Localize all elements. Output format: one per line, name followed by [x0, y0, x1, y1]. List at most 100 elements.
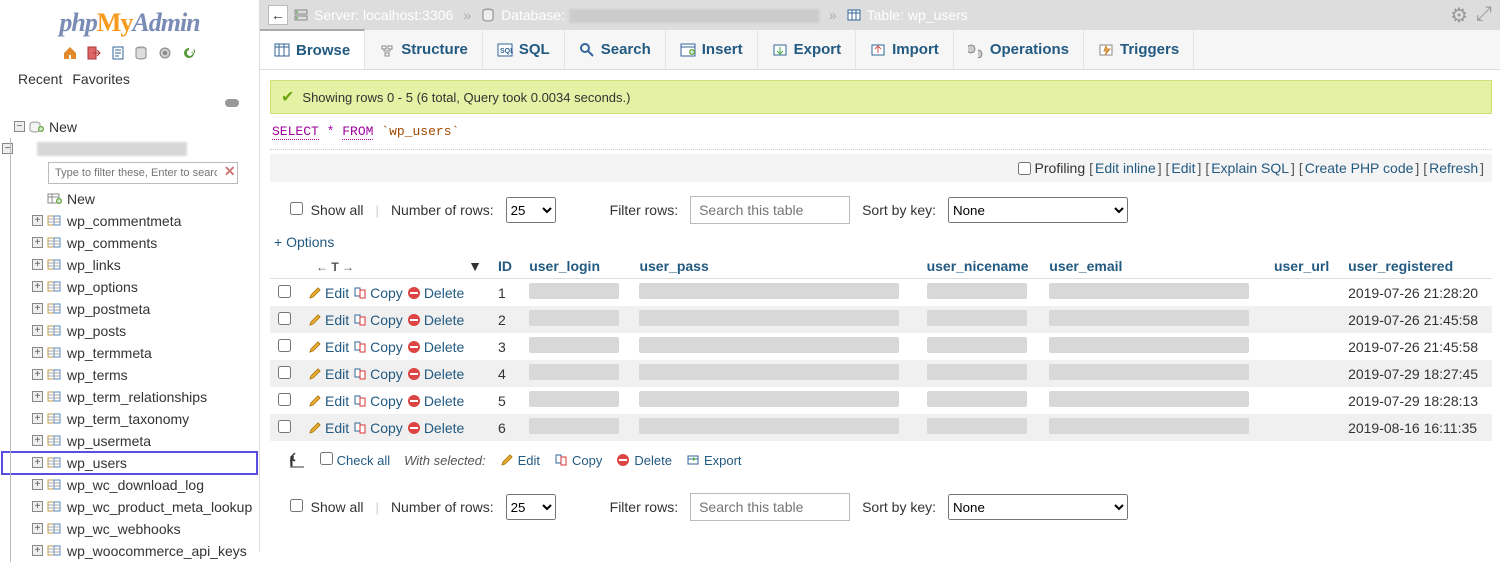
logout-icon[interactable]	[86, 45, 102, 61]
row-delete[interactable]: Delete	[407, 339, 464, 355]
plus-icon[interactable]: +	[32, 303, 43, 314]
fullscreen-icon[interactable]: ⤢	[1476, 3, 1492, 28]
col-user_url[interactable]: user_url	[1266, 254, 1340, 279]
col-user_email[interactable]: user_email	[1041, 254, 1266, 279]
col-user_pass[interactable]: user_pass	[631, 254, 918, 279]
minus-icon[interactable]: −	[14, 121, 25, 132]
tree-inner-new[interactable]: New	[2, 188, 257, 210]
row-checkbox[interactable]	[278, 339, 291, 352]
nav-collapse-icon[interactable]: ←	[268, 5, 288, 25]
plus-icon[interactable]: +	[32, 435, 43, 446]
row-edit[interactable]: Edit	[308, 420, 349, 436]
bc-table-link[interactable]: wp_users	[908, 7, 968, 23]
tab-import[interactable]: Import	[856, 30, 954, 69]
sort-key-select[interactable]: None	[948, 197, 1128, 223]
tree-table-wp_termmeta[interactable]: +wp_termmeta	[2, 342, 257, 364]
plus-icon[interactable]: +	[32, 457, 43, 468]
row-edit[interactable]: Edit	[308, 312, 349, 328]
tab-structure[interactable]: Structure	[365, 30, 483, 69]
sql-icon[interactable]	[133, 45, 149, 61]
tab-triggers[interactable]: Triggers	[1084, 30, 1194, 69]
plus-icon[interactable]: +	[32, 325, 43, 336]
row-delete[interactable]: Delete	[407, 285, 464, 301]
row-delete[interactable]: Delete	[407, 393, 464, 409]
sort-key-select-2[interactable]: None	[948, 494, 1128, 520]
settings-icon[interactable]	[157, 45, 173, 61]
tree-table-wp_postmeta[interactable]: +wp_postmeta	[2, 298, 257, 320]
tree-table-wp_woocommerce_api_keys[interactable]: +wp_woocommerce_api_keys	[2, 540, 257, 562]
tab-sql[interactable]: SQLSQL	[483, 30, 565, 69]
plus-icon[interactable]: +	[32, 215, 43, 226]
tree-table-wp_commentmeta[interactable]: +wp_commentmeta	[2, 210, 257, 232]
reload-icon[interactable]	[181, 45, 197, 61]
tree-table-wp_term_relationships[interactable]: +wp_term_relationships	[2, 386, 257, 408]
row-copy[interactable]: Copy	[353, 339, 403, 355]
action-edit-inline[interactable]: Edit inline	[1095, 160, 1156, 176]
tree-table-wp_options[interactable]: +wp_options	[2, 276, 257, 298]
tree-table-wp_wc_product_meta_lookup[interactable]: +wp_wc_product_meta_lookup	[2, 496, 257, 518]
profiling-checkbox[interactable]	[1018, 162, 1031, 175]
row-delete[interactable]: Delete	[407, 420, 464, 436]
plus-icon[interactable]: +	[32, 347, 43, 358]
docs-icon[interactable]	[110, 45, 126, 61]
filter-rows-input-2[interactable]	[690, 493, 850, 521]
num-rows-select[interactable]: 25	[506, 197, 556, 223]
row-copy[interactable]: Copy	[353, 393, 403, 409]
tree-table-wp_wc_download_log[interactable]: +wp_wc_download_log	[2, 474, 257, 496]
plus-icon[interactable]: +	[32, 369, 43, 380]
tree-table-wp_posts[interactable]: +wp_posts	[2, 320, 257, 342]
bulk-edit[interactable]: Edit	[500, 453, 540, 468]
home-icon[interactable]	[62, 45, 78, 61]
row-delete[interactable]: Delete	[407, 366, 464, 382]
check-all-checkbox[interactable]	[320, 452, 333, 465]
options-link[interactable]: + Options	[270, 232, 338, 254]
row-checkbox[interactable]	[278, 366, 291, 379]
tab-export[interactable]: Export	[758, 30, 857, 69]
check-all-label[interactable]: Check all	[337, 453, 390, 468]
plus-icon[interactable]: +	[32, 523, 43, 534]
tree-db-node[interactable]: −	[2, 138, 257, 160]
tree-table-wp_wc_webhooks[interactable]: +wp_wc_webhooks	[2, 518, 257, 540]
plus-icon[interactable]: +	[32, 281, 43, 292]
tree-table-wp_usermeta[interactable]: +wp_usermeta	[2, 430, 257, 452]
row-edit[interactable]: Edit	[308, 366, 349, 382]
col-user_nicename[interactable]: user_nicename	[919, 254, 1042, 279]
plus-icon[interactable]: +	[32, 259, 43, 270]
collapse-icon[interactable]	[225, 99, 239, 107]
page-settings-icon[interactable]: ⚙	[1450, 3, 1468, 28]
bc-server-link[interactable]: localhost:3306	[363, 7, 453, 23]
sql-query[interactable]: SELECT * FROM `wp_users`	[270, 120, 1492, 150]
row-edit[interactable]: Edit	[308, 339, 349, 355]
filter-rows-input[interactable]	[690, 196, 850, 224]
action-refresh[interactable]: Refresh	[1429, 160, 1478, 176]
show-all-checkbox[interactable]	[290, 202, 303, 215]
action-create-php-code[interactable]: Create PHP code	[1305, 160, 1414, 176]
clear-filter-icon[interactable]: ✕	[224, 163, 236, 179]
col-ID[interactable]: ID	[490, 254, 521, 279]
action-explain-sql[interactable]: Explain SQL	[1211, 160, 1289, 176]
tree-filter-input[interactable]	[48, 162, 238, 184]
tree-table-wp_term_taxonomy[interactable]: +wp_term_taxonomy	[2, 408, 257, 430]
plus-icon[interactable]: +	[32, 479, 43, 490]
col-user_registered[interactable]: user_registered	[1340, 254, 1492, 279]
tab-browse[interactable]: Browse	[260, 29, 365, 69]
col-user_login[interactable]: user_login	[521, 254, 631, 279]
tree-table-wp_comments[interactable]: +wp_comments	[2, 232, 257, 254]
bulk-export[interactable]: Export	[686, 453, 742, 468]
tab-operations[interactable]: Operations	[954, 30, 1084, 69]
plus-icon[interactable]: +	[32, 545, 43, 556]
logo[interactable]: phpMyAdmin	[0, 0, 259, 40]
plus-icon[interactable]: +	[32, 391, 43, 402]
tree-table-wp_users[interactable]: +wp_users	[2, 452, 257, 474]
plus-icon[interactable]: +	[32, 413, 43, 424]
row-copy[interactable]: Copy	[353, 366, 403, 382]
sidebar-tab-favorites[interactable]: Favorites	[72, 71, 130, 87]
tree-new[interactable]: − New	[2, 116, 257, 138]
bulk-copy[interactable]: Copy	[554, 453, 602, 468]
sidebar-tab-recent[interactable]: Recent	[18, 71, 62, 87]
row-copy[interactable]: Copy	[353, 312, 403, 328]
minus-icon[interactable]: −	[2, 143, 13, 154]
show-all-checkbox-2[interactable]	[290, 499, 303, 512]
row-edit[interactable]: Edit	[308, 393, 349, 409]
row-checkbox[interactable]	[278, 312, 291, 325]
